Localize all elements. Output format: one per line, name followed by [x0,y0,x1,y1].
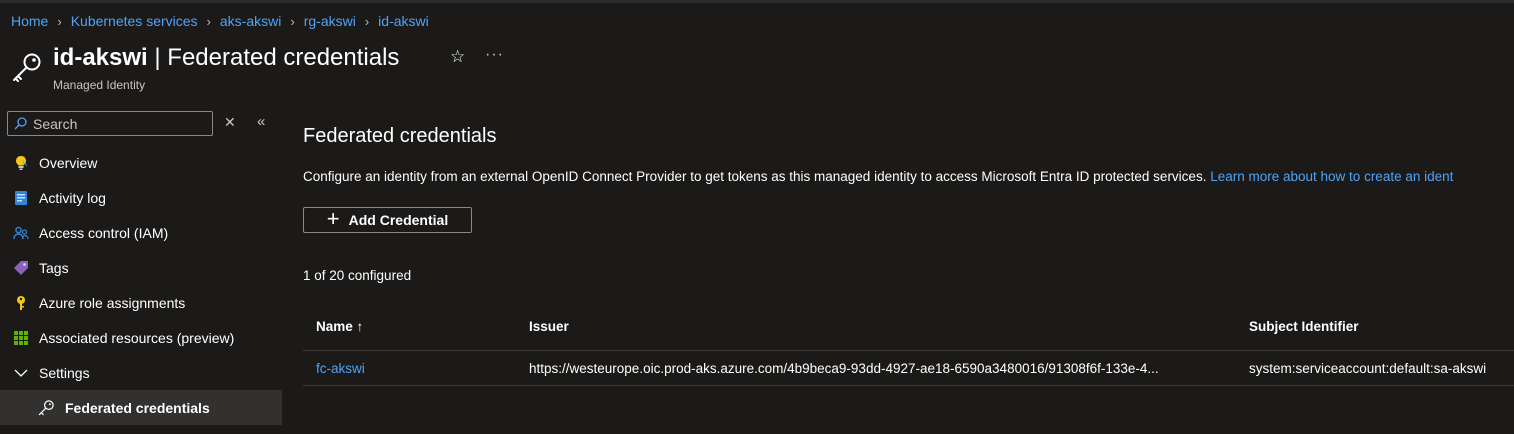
page-name: Federated credentials [167,44,400,71]
sidebar-item-label: Activity log [39,189,106,206]
chevron-right-icon: › [364,13,370,29]
key-icon [12,294,29,311]
chevron-right-icon: › [57,13,62,29]
people-icon [12,224,29,241]
sidebar-item-federated-credentials[interactable]: Federated credentials [0,390,282,425]
sidebar-item-label: Access control (IAM) [39,224,169,241]
sidebar-item-associated-resources[interactable]: Associated resources (preview) [0,320,282,355]
breadcrumb-rg-akswi[interactable]: rg-akswi [304,13,356,29]
star-icon[interactable]: ☆ [450,47,465,67]
add-credential-button[interactable]: + Add Credential [303,207,472,233]
sidebar-item-activity-log[interactable]: Activity log [0,180,282,215]
table-header: Name ↑ Issuer Subject Identifier [303,305,1514,351]
sidebar-item-label: Associated resources (preview) [39,329,235,346]
sidebar-item-azure-role-assignments[interactable]: Azure role assignments [0,285,282,320]
column-header-issuer[interactable]: Issuer [529,319,569,334]
breadcrumb: Home › Kubernetes services › aks-akswi ›… [11,13,429,29]
resource-type: Managed Identity [53,78,146,92]
credential-issuer: https://westeurope.oic.prod-aks.azure.co… [529,361,1159,376]
tag-icon [12,259,29,276]
clear-search-icon[interactable]: ✕ [224,114,236,131]
top-strip [0,0,1514,3]
plus-icon: + [326,206,340,231]
chevron-right-icon: › [206,13,211,29]
search-box[interactable] [7,111,213,136]
search-icon [14,117,27,130]
search-input[interactable] [33,115,203,132]
learn-more-link[interactable]: Learn more about how to create an ident [1210,169,1453,184]
column-header-subject[interactable]: Subject Identifier [1249,319,1359,334]
sidebar-item-overview[interactable]: Overview [0,145,282,180]
credential-name-link[interactable]: fc-akswi [316,361,365,376]
sidebar-item-label: Azure role assignments [39,294,186,311]
table-row: fc-akswi https://westeurope.oic.prod-aks… [303,351,1514,386]
credentials-table: Name ↑ Issuer Subject Identifier fc-aksw… [303,305,1514,386]
activity-log-icon [12,189,29,206]
description-text: Configure an identity from an external O… [303,169,1207,184]
credential-subject: system:serviceaccount:default:sa-akswi [1249,361,1487,376]
column-header-name[interactable]: Name ↑ [316,319,363,334]
sidebar-item-access-control[interactable]: Access control (IAM) [0,215,282,250]
breadcrumb-kubernetes-services[interactable]: Kubernetes services [71,13,198,29]
breadcrumb-id-akswi[interactable]: id-akswi [378,13,429,29]
description: Configure an identity from an external O… [303,169,1453,184]
chevron-down-icon [12,364,29,381]
add-credential-label: Add Credential [348,212,449,228]
sidebar-nav: Overview Activity log Access control (IA… [0,145,282,425]
key-icon [38,399,55,416]
title-separator: | [154,44,161,71]
breadcrumb-home[interactable]: Home [11,13,48,29]
sidebar-item-label: Overview [39,154,98,171]
grid-icon [12,329,29,346]
sidebar-item-label: Federated credentials [65,399,210,416]
breadcrumb-aks-akswi[interactable]: aks-akswi [220,13,281,29]
lightbulb-icon [12,154,29,171]
sidebar-item-tags[interactable]: Tags [0,250,282,285]
chevron-right-icon: › [290,13,295,29]
configured-count: 1 of 20 configured [303,268,412,283]
page-title: id-akswi | Federated credentials [53,44,399,72]
more-icon[interactable]: ··· [485,46,504,64]
sidebar-item-label: Settings [39,364,90,381]
section-heading: Federated credentials [303,125,497,147]
sidebar-group-settings[interactable]: Settings [0,355,282,390]
sidebar-item-label: Tags [39,259,69,276]
resource-name: id-akswi [53,44,148,71]
key-icon [13,53,41,82]
collapse-sidebar-icon[interactable]: « [257,113,265,130]
